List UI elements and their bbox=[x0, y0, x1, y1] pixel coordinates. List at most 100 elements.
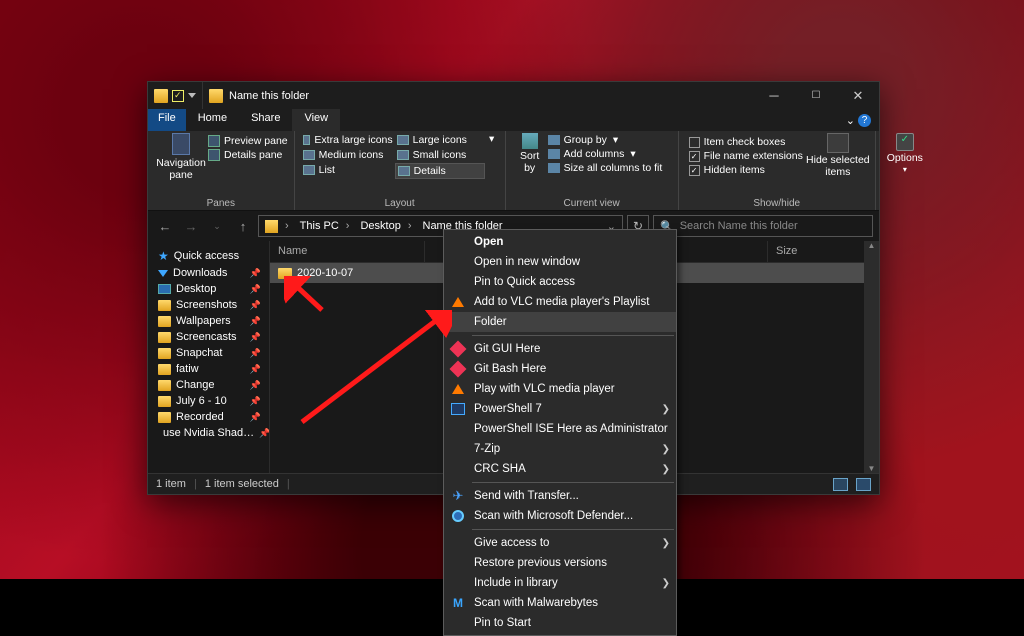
pin-icon: 📌 bbox=[259, 428, 270, 439]
pin-icon: 📌 bbox=[250, 364, 265, 375]
size-all-columns-button[interactable]: Size all columns to fit bbox=[548, 162, 672, 174]
menu-item-powershell-7[interactable]: PowerShell 7❯ bbox=[444, 399, 676, 419]
menu-item-play-with-vlc-media-player[interactable]: Play with VLC media player bbox=[444, 379, 676, 399]
minimize-button[interactable]: ─ bbox=[753, 82, 795, 109]
navigation-pane-button[interactable]: Navigation pane bbox=[154, 133, 208, 181]
forward-button[interactable]: → bbox=[180, 215, 202, 237]
menu-item-7-zip[interactable]: 7-Zip❯ bbox=[444, 439, 676, 459]
context-menu[interactable]: Open Open in new windowPin to Quick acces… bbox=[443, 229, 677, 636]
search-input[interactable]: 🔍 Search Name this folder bbox=[653, 215, 873, 237]
menu-item-git-gui-here[interactable]: Git GUI Here bbox=[444, 339, 676, 359]
breadcrumb-root[interactable]: › bbox=[261, 216, 296, 236]
tree-quick-access[interactable]: ★Quick access bbox=[148, 247, 269, 265]
layout-large[interactable]: Large icons bbox=[395, 133, 485, 147]
ribbon-group-current-view: Sort by Group by▾ Add columns▾ Size all … bbox=[506, 131, 679, 210]
column-size[interactable]: Size bbox=[768, 241, 864, 262]
menu-item-label: Add to VLC media player's Playlist bbox=[474, 296, 649, 308]
menu-item-open-in-new-window[interactable]: Open in new window bbox=[444, 252, 676, 272]
scroll-up-icon[interactable]: ▲ bbox=[868, 241, 876, 250]
menu-item-git-bash-here[interactable]: Git Bash Here bbox=[444, 359, 676, 379]
view-thumbnails-icon[interactable] bbox=[856, 478, 871, 491]
breadcrumb-this-pc[interactable]: This PC› bbox=[296, 216, 357, 236]
folder-icon bbox=[158, 316, 171, 327]
sidebar-item-screenshots[interactable]: Screenshots📌 bbox=[148, 297, 269, 313]
menu-item-include-in-library[interactable]: Include in library❯ bbox=[444, 573, 676, 593]
menu-separator bbox=[472, 335, 674, 336]
back-button[interactable]: ← bbox=[154, 215, 176, 237]
menu-item-open[interactable]: Open bbox=[444, 232, 676, 252]
pin-icon: 📌 bbox=[250, 284, 265, 295]
menu-item-pin-to-start[interactable]: Pin to Start bbox=[444, 613, 676, 633]
sidebar-item-wallpapers[interactable]: Wallpapers📌 bbox=[148, 313, 269, 329]
maximize-button[interactable]: ☐ bbox=[795, 82, 837, 109]
layout-extra-large[interactable]: Extra large icons bbox=[301, 133, 395, 147]
sidebar-item-change[interactable]: Change📌 bbox=[148, 377, 269, 393]
menu-item-label: CRC SHA bbox=[474, 463, 526, 475]
sidebar-item-snapchat[interactable]: Snapchat📌 bbox=[148, 345, 269, 361]
vertical-scrollbar[interactable]: ▲ ▼ bbox=[864, 241, 879, 473]
pin-icon: 📌 bbox=[250, 396, 265, 407]
tab-file[interactable]: File bbox=[148, 109, 186, 131]
sidebar-item-use-nvidia-shad-[interactable]: use Nvidia Shad…📌 bbox=[148, 425, 269, 441]
ribbon-group-label: Panes bbox=[154, 196, 288, 209]
menu-item-restore-previous-versions[interactable]: Restore previous versions bbox=[444, 553, 676, 573]
menu-item-pin-to-quick-access[interactable]: Pin to Quick access bbox=[444, 272, 676, 292]
menu-item-label: Restore previous versions bbox=[474, 557, 607, 569]
menu-item-crc-sha[interactable]: CRC SHA❯ bbox=[444, 459, 676, 479]
menu-item-send-with-transfer[interactable]: ✈Send with Transfer... bbox=[444, 486, 676, 506]
sidebar-item-fatiw[interactable]: fatiw 📌 bbox=[148, 361, 269, 377]
up-button[interactable]: ↑ bbox=[232, 215, 254, 237]
menu-item-label: Scan with Malwarebytes bbox=[474, 597, 598, 609]
ps-icon bbox=[450, 401, 466, 417]
column-name[interactable]: Name bbox=[270, 241, 425, 262]
tab-home[interactable]: Home bbox=[186, 109, 239, 131]
options-button[interactable]: Options ▾ bbox=[882, 133, 928, 174]
preview-pane-button[interactable]: Preview pane bbox=[208, 135, 288, 147]
group-by-button[interactable]: Group by▾ bbox=[548, 134, 672, 146]
menu-item-give-access-to[interactable]: Give access to❯ bbox=[444, 533, 676, 553]
layout-details[interactable]: Details bbox=[395, 163, 485, 179]
breadcrumb-desktop[interactable]: Desktop› bbox=[356, 216, 418, 236]
file-extensions-toggle[interactable]: File name extensions bbox=[689, 150, 803, 162]
sidebar-item-screencasts[interactable]: Screencasts📌 bbox=[148, 329, 269, 345]
menu-item-add-to-vlc-media-player-s-playlist[interactable]: Add to VLC media player's Playlist bbox=[444, 292, 676, 312]
tab-view[interactable]: View bbox=[292, 109, 340, 131]
menu-item-folder[interactable]: Folder bbox=[444, 312, 676, 332]
ribbon-help[interactable]: ⌄ ? bbox=[838, 109, 879, 131]
folder-icon bbox=[158, 364, 171, 375]
qat-properties-icon[interactable] bbox=[172, 90, 184, 102]
tab-share[interactable]: Share bbox=[239, 109, 292, 131]
menu-item-scan-with-malwarebytes[interactable]: MScan with Malwarebytes bbox=[444, 593, 676, 613]
sidebar-item-july-6-10[interactable]: July 6 - 10📌 bbox=[148, 393, 269, 409]
hide-selected-button[interactable]: Hide selected items bbox=[807, 133, 869, 178]
help-icon[interactable]: ? bbox=[858, 114, 871, 127]
item-checkboxes-toggle[interactable]: Item check boxes bbox=[689, 136, 803, 148]
hidden-items-toggle[interactable]: Hidden items bbox=[689, 164, 803, 176]
pin-icon: 📌 bbox=[250, 332, 265, 343]
view-details-icon[interactable] bbox=[833, 478, 848, 491]
layout-more-icon[interactable]: ▾ bbox=[485, 133, 499, 145]
sidebar-item-desktop[interactable]: Desktop 📌 bbox=[148, 281, 269, 297]
history-dropdown[interactable]: ⌄ bbox=[206, 215, 228, 237]
menu-item-label: Open bbox=[474, 236, 503, 248]
add-columns-button[interactable]: Add columns▾ bbox=[548, 148, 672, 160]
layout-medium[interactable]: Medium icons bbox=[301, 148, 395, 162]
ribbon-body: Navigation pane Preview pane Details pan… bbox=[148, 131, 879, 211]
sidebar-item-downloads[interactable]: Downloads📌 bbox=[148, 265, 269, 281]
layout-small[interactable]: Small icons bbox=[395, 148, 485, 162]
sidebar-item-recorded[interactable]: Recorded📌 bbox=[148, 409, 269, 425]
sidebar-item-label: Desktop bbox=[176, 283, 216, 295]
navigation-tree[interactable]: ★Quick access Downloads📌 Desktop 📌 Screensh… bbox=[148, 241, 270, 473]
titlebar[interactable]: Name this folder ─ ☐ ✕ bbox=[148, 82, 879, 109]
details-pane-button[interactable]: Details pane bbox=[208, 149, 288, 161]
sidebar-item-label: fatiw bbox=[176, 363, 199, 375]
sort-by-button[interactable]: Sort by bbox=[512, 133, 548, 174]
layout-list[interactable]: List bbox=[301, 163, 395, 177]
menu-item-powershell-ise-here-as-administrator[interactable]: PowerShell ISE Here as Administrator bbox=[444, 419, 676, 439]
scroll-down-icon[interactable]: ▼ bbox=[868, 464, 876, 473]
pin-icon: 📌 bbox=[250, 316, 265, 327]
qat-dropdown-icon[interactable] bbox=[188, 93, 196, 98]
menu-item-scan-with-microsoft-defender[interactable]: Scan with Microsoft Defender... bbox=[444, 506, 676, 526]
close-button[interactable]: ✕ bbox=[837, 82, 879, 109]
quick-access-toolbar[interactable] bbox=[148, 82, 203, 109]
